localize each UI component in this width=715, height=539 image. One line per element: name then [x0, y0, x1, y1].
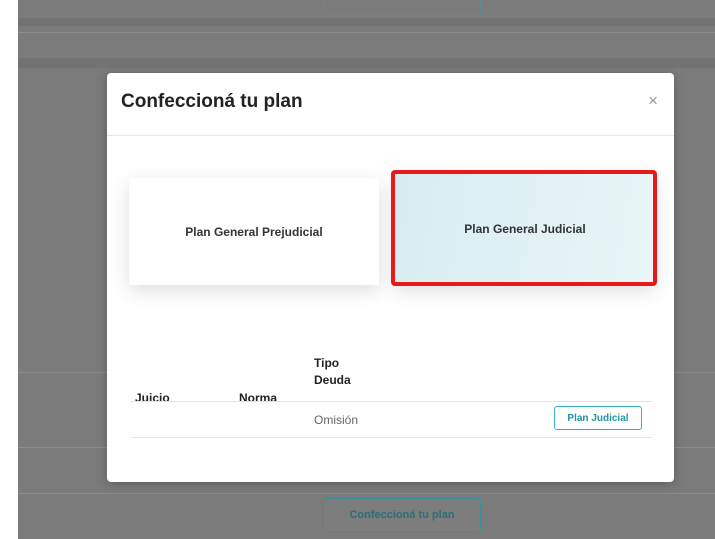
column-header-norma: Norma	[239, 391, 278, 405]
table-header-divider	[131, 401, 652, 402]
plan-modal: Confeccioná tu plan × Plan General Preju…	[107, 73, 674, 482]
background-band	[18, 58, 715, 68]
background-divider	[18, 493, 715, 494]
background-confecciona-button: Confeccioná tu plan	[323, 498, 481, 532]
page-left-strip	[0, 0, 18, 539]
modal-title: Confeccioná tu plan	[121, 91, 303, 112]
plan-card-judicial[interactable]: Plan General Judicial	[395, 173, 655, 285]
plan-judicial-button[interactable]: Plan Judicial	[554, 406, 642, 430]
plan-card-label: Plan General Judicial	[464, 222, 586, 236]
background-top-button	[323, 0, 481, 16]
close-icon[interactable]: ×	[648, 91, 658, 111]
cell-tipo-deuda: Omisión	[314, 413, 359, 427]
column-header-tipo-deuda: Tipo Deuda	[314, 356, 351, 387]
plan-card-label: Plan General Prejudicial	[185, 224, 323, 239]
background-divider	[18, 32, 715, 33]
modal-header: Confeccioná tu plan ×	[107, 73, 674, 136]
table-row-divider	[131, 437, 652, 438]
column-header-juicio: Juicio	[135, 391, 170, 405]
background-band	[18, 18, 715, 26]
plan-card-prejudicial[interactable]: Plan General Prejudicial	[129, 178, 379, 285]
